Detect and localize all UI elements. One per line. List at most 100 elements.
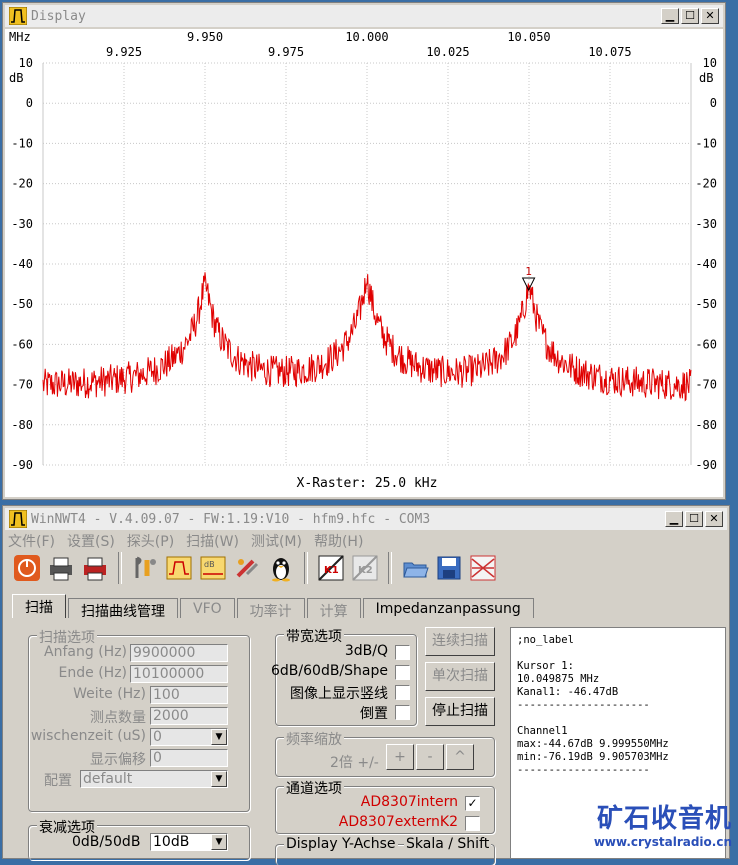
bw-invert-checkbox[interactable] xyxy=(395,705,410,720)
config-label: 配置 xyxy=(44,773,72,789)
menu-file[interactable]: 文件(F) xyxy=(8,531,55,551)
tab-power-meter[interactable]: 功率计 xyxy=(236,598,305,620)
end-freq-label: Ende (Hz) xyxy=(58,665,127,681)
k1-icon[interactable]: K1 xyxy=(316,553,346,583)
y-tick-label-left: -60 xyxy=(11,337,33,351)
config-value: default xyxy=(83,771,133,787)
stop-scan-button[interactable]: 停止扫描 xyxy=(425,697,495,726)
toolbar-separator xyxy=(388,552,392,584)
x-tick-label-bottom: 9.925 xyxy=(106,45,142,59)
chevron-down-icon[interactable]: ▼ xyxy=(211,771,227,787)
x-unit-label: MHz xyxy=(9,30,31,44)
y-tick-label-right: 10 xyxy=(703,56,717,70)
svg-text:K1: K1 xyxy=(324,565,339,576)
zoom-minus-button[interactable]: - xyxy=(416,744,444,770)
points-label: 测点数量 xyxy=(90,710,146,726)
plot-area[interactable]: 10 10 0 0 -10 -10 -20 -20 -30 -30 -40 -40 -50 -50 -60 -… xyxy=(5,29,723,497)
display-offset-field[interactable]: 0 xyxy=(150,749,228,767)
tab-curve-management[interactable]: 扫描曲线管理 xyxy=(68,598,178,620)
y-tick-label-left: -90 xyxy=(11,458,33,472)
start-freq-field[interactable]: 9900000 xyxy=(130,644,228,662)
open-folder-icon[interactable] xyxy=(400,553,430,583)
menu-bar: 文件(F) 设置(S) 探头(P) 扫描(W) 测试(M) 帮助(H) xyxy=(8,531,363,551)
display-titlebar[interactable]: Display ▁ ☐ ✕ xyxy=(5,5,723,27)
bw-vlines-checkbox[interactable] xyxy=(395,685,410,700)
y-tick-label-right: -80 xyxy=(695,418,717,432)
close-button[interactable]: ✕ xyxy=(701,8,719,24)
save-icon[interactable] xyxy=(434,553,464,583)
y-unit-label-right: dB xyxy=(699,71,713,85)
display-window: Display ▁ ☐ ✕ 10 10 0 0 -10 -10 -20 -20 -30 -30 -4… xyxy=(2,2,726,500)
close-button[interactable]: ✕ xyxy=(705,511,723,527)
attenuation-select[interactable]: 10dB ▼ xyxy=(150,833,228,851)
points-field[interactable]: 2000 xyxy=(150,707,228,725)
channel-intern-checkbox[interactable]: ✓ xyxy=(465,796,480,811)
tab-impedance[interactable]: Impedanzanpassung xyxy=(362,598,534,618)
calibrate-icon[interactable] xyxy=(232,553,262,583)
toolbar-separator xyxy=(304,552,308,584)
end-freq-field[interactable]: 10100000 xyxy=(130,665,228,683)
spectrum-chart: 10 10 0 0 -10 -10 -20 -20 -30 -30 -40 -40 -50 -50 -60 -… xyxy=(9,30,717,491)
print-color-icon[interactable] xyxy=(80,553,110,583)
linux-penguin-icon[interactable] xyxy=(266,553,296,583)
continuous-scan-button[interactable]: 连续扫描 xyxy=(425,627,495,656)
x-tick-label-bottom: 10.075 xyxy=(588,45,631,59)
y-tick-label-left: -50 xyxy=(11,297,33,311)
x-raster-label: X-Raster: 25.0 kHz xyxy=(297,476,438,491)
tab-calculation[interactable]: 计算 xyxy=(306,598,361,620)
zoom-center-button[interactable]: ^ xyxy=(446,744,474,770)
probe-settings-icon[interactable] xyxy=(130,553,160,583)
main-title: WinNWT4 - V.4.09.07 - FW:1.19:V10 - hfm9… xyxy=(31,511,431,527)
bw-3db-label: 3dB/Q xyxy=(344,643,388,659)
x-tick-label-top: 10.050 xyxy=(507,30,550,44)
freq-zoom-title: 频率缩放 xyxy=(284,729,344,749)
db-graph-icon[interactable]: dB xyxy=(198,553,228,583)
config-select[interactable]: default ▼ xyxy=(80,770,228,788)
watermark-url: www.crystalradio.cn xyxy=(593,835,732,849)
bw-shape-label: 6dB/60dB/Shape xyxy=(271,663,388,679)
attenuation-label: 0dB/50dB xyxy=(72,834,141,850)
main-titlebar[interactable]: WinNWT4 - V.4.09.07 - FW:1.19:V10 - hfm9… xyxy=(5,508,727,530)
sweep-graph-icon[interactable] xyxy=(164,553,194,583)
menu-help[interactable]: 帮助(H) xyxy=(314,531,363,551)
y-tick-label-left: -10 xyxy=(11,136,33,150)
y-tick-label-right: -40 xyxy=(695,257,717,271)
y-tick-label-right: -30 xyxy=(695,217,717,231)
display-y-group: Display Y-Achse Skala / Shift xyxy=(275,836,495,865)
minimize-button[interactable]: ▁ xyxy=(665,511,683,527)
tab-vfo[interactable]: VFO xyxy=(180,598,235,618)
menu-scan[interactable]: 扫描(W) xyxy=(186,531,239,551)
maximize-button[interactable]: ☐ xyxy=(681,8,699,24)
step-width-label: Weite (Hz) xyxy=(73,686,146,702)
y-tick-label-right: -50 xyxy=(695,297,717,311)
channel-intern-label: AD8307intern xyxy=(360,794,458,810)
menu-settings[interactable]: 设置(S) xyxy=(67,531,115,551)
skala-shift-label: Skala / Shift xyxy=(404,836,492,852)
app-icon xyxy=(9,510,27,528)
minimize-button[interactable]: ▁ xyxy=(661,8,679,24)
bw-invert-label: 倒置 xyxy=(360,706,388,722)
tab-scan[interactable]: 扫描 xyxy=(12,594,66,618)
zoom-plus-button[interactable]: + xyxy=(386,744,414,770)
y-tick-label-left: -20 xyxy=(11,177,33,191)
display-title: Display xyxy=(31,8,86,24)
maximize-button[interactable]: ☐ xyxy=(685,511,703,527)
channel-extern-checkbox[interactable] xyxy=(465,816,480,831)
bw-shape-checkbox[interactable] xyxy=(395,665,410,680)
chevron-down-icon[interactable]: ▼ xyxy=(211,834,227,850)
cursor-marker-label: 1 xyxy=(525,265,532,278)
step-width-field[interactable]: 100 xyxy=(150,686,228,704)
single-scan-button[interactable]: 单次扫描 xyxy=(425,662,495,691)
print-icon[interactable] xyxy=(46,553,76,583)
menu-probe[interactable]: 探头(P) xyxy=(127,531,174,551)
y-tick-label-left: -30 xyxy=(11,217,33,231)
bw-3db-checkbox[interactable] xyxy=(395,645,410,660)
dwell-time-value: 0 xyxy=(153,729,162,745)
svg-text:K2: K2 xyxy=(358,565,373,576)
chevron-down-icon[interactable]: ▼ xyxy=(211,729,227,745)
power-icon[interactable] xyxy=(12,553,42,583)
k2-icon[interactable]: K2 xyxy=(350,553,380,583)
menu-test[interactable]: 测试(M) xyxy=(251,531,302,551)
dwell-time-select[interactable]: 0 ▼ xyxy=(150,728,228,746)
compare-curves-icon[interactable] xyxy=(468,553,498,583)
